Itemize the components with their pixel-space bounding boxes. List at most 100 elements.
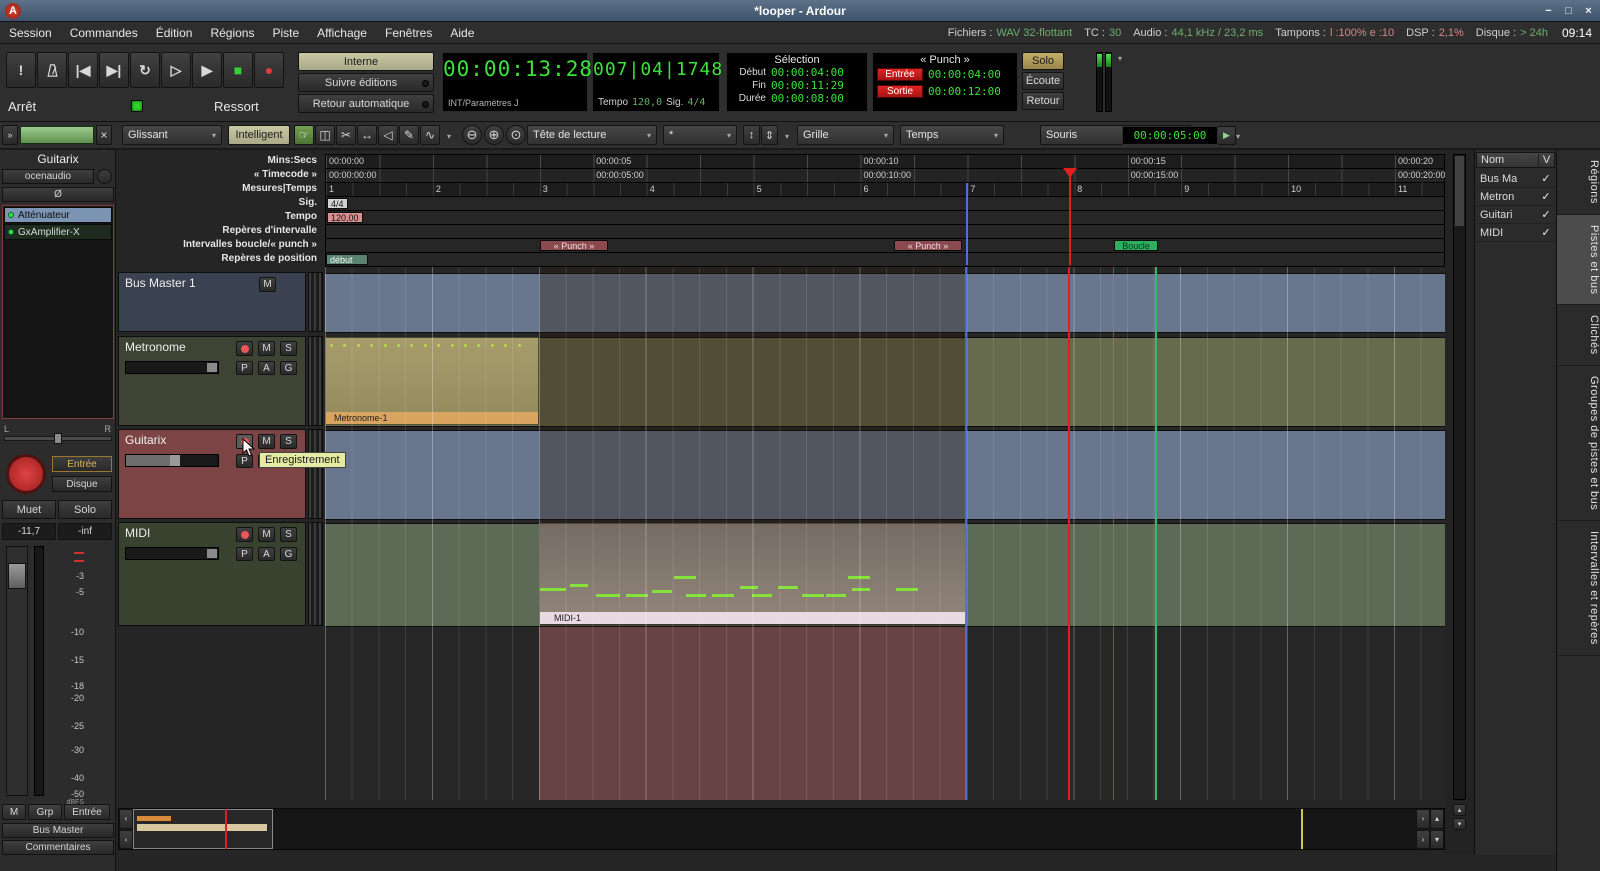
processor-fader[interactable]: Atténuateur	[4, 207, 112, 223]
maximize-button[interactable]: □	[1560, 2, 1577, 19]
punch-range-marker[interactable]: « Punch »	[894, 240, 962, 251]
bus-master-button[interactable]: Bus Master	[2, 823, 114, 838]
track-header-midi[interactable]: MIDI M S P A G	[118, 522, 306, 626]
rulers[interactable]: 00:00:0000:00:0500:00:1000:00:1500:00:20…	[325, 154, 1445, 266]
comments-button[interactable]: Commentaires	[2, 840, 114, 855]
solo-button[interactable]: S	[280, 341, 297, 356]
automation-button[interactable]: A	[258, 361, 275, 375]
smart-mode-button[interactable]: Intelligent	[228, 125, 290, 145]
playhead-line[interactable]	[1069, 177, 1071, 265]
titlebar[interactable]: A *looper - Ardour − □ ×	[0, 0, 1600, 22]
ruler-label[interactable]: Mesures|Temps	[116, 182, 323, 196]
menu-item[interactable]: Commandes	[61, 26, 147, 40]
goto-end-button[interactable]: ▶|	[99, 52, 129, 88]
chevron-down-icon[interactable]: ▾	[785, 132, 789, 141]
primary-clock[interactable]: 00:00:13:28 INT/Paramètres J	[442, 52, 588, 112]
gain-fader-thumb[interactable]	[8, 563, 26, 589]
processor-box[interactable]: Atténuateur GxAmplifier-X	[2, 205, 114, 419]
visible-checkmark[interactable]: ✓	[1537, 190, 1555, 203]
range-tool[interactable]: ◫	[315, 125, 335, 145]
visible-checkmark[interactable]: ✓	[1537, 208, 1555, 221]
track-list-row[interactable]: Guitari✓	[1476, 206, 1555, 224]
auto-return-button[interactable]: Retour automatique	[298, 94, 434, 113]
scroll-left-button[interactable]: ‹	[119, 809, 133, 829]
measures-ruler[interactable]: 1234567891011	[326, 183, 1444, 197]
signature-ruler[interactable]: 4/4	[326, 197, 1444, 211]
midi-region[interactable]: MIDI-1	[539, 523, 967, 625]
track-list-row[interactable]: Metron✓	[1476, 188, 1555, 206]
menu-item[interactable]: Affichage	[308, 26, 376, 40]
ruler-label[interactable]: Repères de position	[116, 252, 323, 266]
gain-fader[interactable]	[6, 546, 28, 796]
cut-tool[interactable]: ✂	[336, 125, 356, 145]
audio-region[interactable]: Metronome-1	[325, 337, 539, 425]
primary-clock-value[interactable]: 00:00:13:28	[443, 57, 587, 81]
selection-start-value[interactable]: 00:00:04:00	[771, 66, 844, 79]
visible-checkmark[interactable]: ✓	[1537, 172, 1555, 185]
expand-tracks-button[interactable]: ↕	[743, 125, 760, 145]
midi-note[interactable]	[712, 594, 734, 597]
track-fader-thumb[interactable]	[207, 363, 217, 372]
tempo-chip[interactable]: 120,00	[327, 212, 363, 223]
range-markers-ruler[interactable]	[326, 225, 1444, 239]
timecode-ruler[interactable]: 00:00:00:0000:00:05:0000:00:10:0000:00:1…	[326, 169, 1444, 183]
input-button[interactable]: ocenaudio	[2, 169, 94, 184]
shrink-tracks-button[interactable]: ⇕	[761, 125, 778, 145]
grid-combo[interactable]: Grille▾	[797, 125, 894, 145]
record-arm-button[interactable]	[236, 527, 253, 542]
zoom-focus-combo[interactable]: Tête de lecture▾	[527, 125, 657, 145]
record-button[interactable]: ●	[254, 52, 284, 88]
solo-button[interactable]: Solo	[58, 500, 112, 519]
editor-list-button[interactable]: »	[2, 125, 18, 145]
mute-button[interactable]: M	[258, 341, 275, 356]
metronome-button[interactable]	[37, 52, 67, 88]
menu-item[interactable]: Fenêtres	[376, 26, 441, 40]
close-mixer-strip-button[interactable]: ×	[96, 125, 112, 145]
record-arm-button[interactable]	[6, 454, 46, 494]
peak-display[interactable]: -inf	[58, 523, 112, 540]
processor-plugin[interactable]: GxAmplifier-X	[4, 224, 112, 240]
track-header-bus-master[interactable]: Bus Master 1 M	[118, 272, 306, 332]
follow-edits-button[interactable]: Suivre éditions	[298, 73, 434, 92]
scroll-right-button[interactable]: ›	[1416, 809, 1430, 829]
selection-length-value[interactable]: 00:00:08:00	[771, 92, 844, 105]
monitor-input-button[interactable]: Entrée	[64, 804, 110, 820]
stop-button[interactable]: ■	[223, 52, 253, 88]
location-markers-ruler[interactable]: début	[326, 253, 1444, 267]
automation-button[interactable]: A	[258, 547, 275, 561]
global-solo-button[interactable]: Solo	[1022, 52, 1064, 70]
summary-canvas[interactable]	[133, 809, 1416, 849]
midi-note[interactable]	[852, 588, 870, 591]
secondary-clock-value[interactable]: 007|04|1748	[593, 59, 719, 80]
punch-range-marker[interactable]: « Punch »	[540, 240, 608, 251]
nav-clock[interactable]: 00:00:05:00	[1122, 126, 1218, 145]
menu-item[interactable]: Aide	[441, 26, 483, 40]
monitor-group-button[interactable]: Grp	[28, 804, 62, 820]
track-canvas[interactable]: Metronome-1 MIDI-1	[325, 266, 1445, 800]
draw-tool[interactable]: ✎	[399, 125, 419, 145]
punch-in-value[interactable]: 00:00:04:00	[928, 68, 1001, 81]
track-fader-thumb[interactable]	[207, 549, 217, 558]
input-options-button[interactable]	[97, 169, 112, 184]
scroll-down-button[interactable]: ▾	[1430, 830, 1444, 850]
column-visible[interactable]: V	[1538, 154, 1554, 166]
scroll-right-button[interactable]: ›	[1416, 830, 1430, 850]
track-name[interactable]: Metronome	[125, 340, 186, 354]
track-resize-strip[interactable]	[308, 336, 323, 426]
play-button[interactable]: ▶	[192, 52, 222, 88]
mute-button[interactable]: M	[258, 434, 275, 449]
track-resize-strip[interactable]	[308, 272, 323, 332]
monitor-mute-button[interactable]: M	[2, 804, 26, 820]
menu-item[interactable]: Édition	[147, 26, 202, 40]
track-header-guitarix[interactable]: Guitarix M S P A G	[118, 429, 306, 519]
shuttle-label[interactable]: Ressort	[214, 99, 259, 114]
punch-out-value[interactable]: 00:00:12:00	[928, 85, 1001, 98]
ruler-label[interactable]: Sig.	[116, 196, 323, 210]
minimize-button[interactable]: −	[1540, 2, 1557, 19]
midi-note[interactable]	[674, 576, 696, 579]
track-fader[interactable]	[125, 454, 219, 467]
menu-item[interactable]: Régions	[201, 26, 263, 40]
playlist-button[interactable]: P	[236, 547, 253, 561]
zoom-in-button[interactable]: ⊕	[484, 125, 504, 145]
track-name[interactable]: Bus Master 1	[125, 276, 196, 290]
